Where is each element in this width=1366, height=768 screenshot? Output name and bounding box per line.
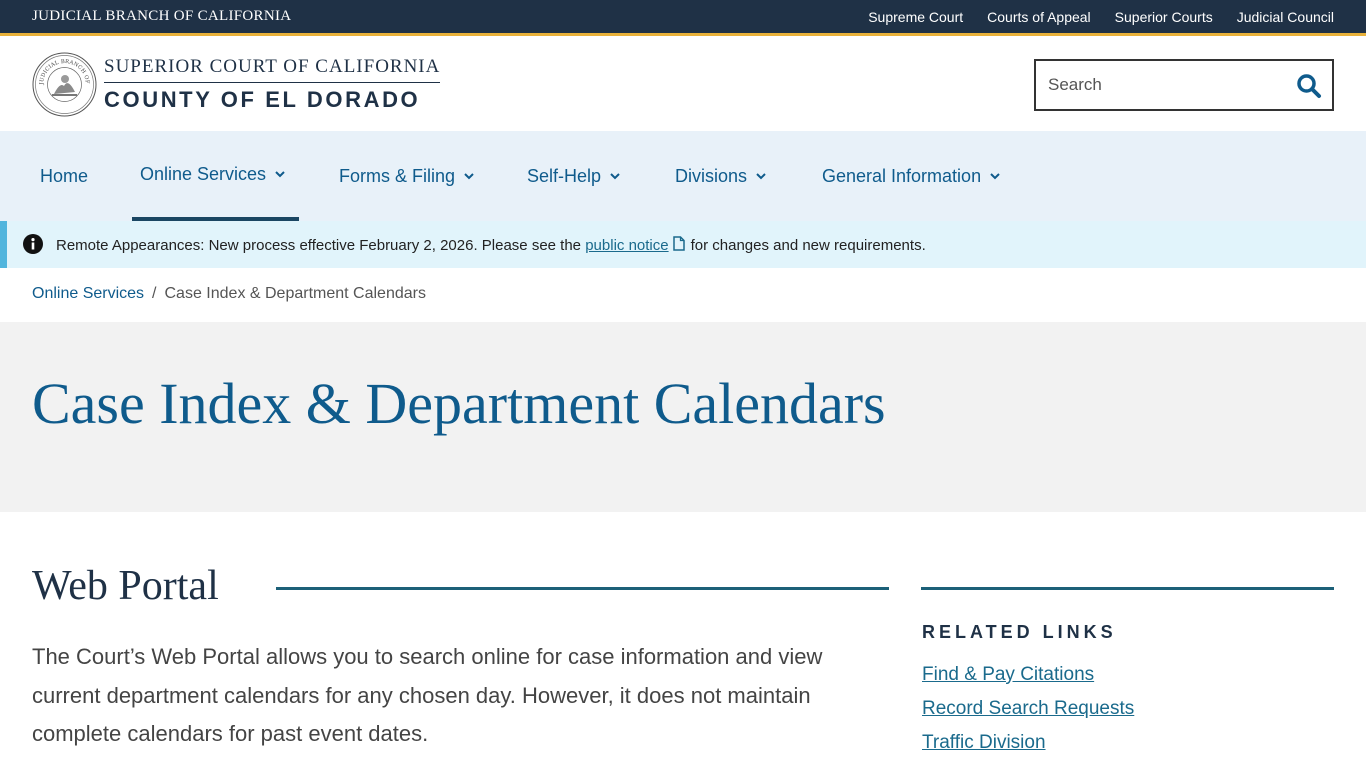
top-link-judicial-council[interactable]: Judicial Council [1237,9,1334,25]
document-icon [672,236,685,251]
related-link-record-search-requests[interactable]: Record Search Requests [922,698,1134,719]
nav-item-divisions[interactable]: Divisions [675,131,767,221]
top-link-courts-of-appeal[interactable]: Courts of Appeal [987,9,1091,25]
top-links: Supreme Court Courts of Appeal Superior … [868,9,1334,25]
chevron-down-icon [610,173,620,180]
top-utility-bar: JUDICIAL BRANCH OF CALIFORNIA Supreme Co… [0,0,1366,36]
nav-item-online-services[interactable]: Online Services [132,131,299,221]
alert-text-before: Remote Appearances: New process effectiv… [56,237,586,254]
chevron-down-icon [756,173,766,180]
breadcrumb-separator: / [152,285,157,302]
nav-item-general-information[interactable]: General Information [822,131,1001,221]
public-notice-link[interactable]: public notice [585,237,668,254]
alert-banner: Remote Appearances: New process effectiv… [0,221,1366,268]
chevron-down-icon [464,173,474,180]
web-portal-description: The Court’s Web Portal allows you to sea… [32,644,823,746]
page-hero: Case Index & Department Calendars [0,322,1366,512]
search-box [1034,59,1334,111]
related-link-find-pay-citations[interactable]: Find & Pay Citations [922,664,1094,685]
list-item: Traffic Division [922,732,1134,766]
chevron-down-icon [275,171,285,178]
alert-message: Remote Appearances: New process effectiv… [56,236,926,254]
nav-item-forms-filing[interactable]: Forms & Filing [339,131,475,221]
breadcrumb-current: Case Index & Department Calendars [164,285,426,302]
chevron-down-icon [990,173,1000,180]
nav-item-home[interactable]: Home [40,131,88,221]
court-name-lockup[interactable]: SUPERIOR COURT OF CALIFORNIA COUNTY OF E… [104,56,441,113]
search-icon[interactable] [1296,73,1322,99]
related-link-traffic-division[interactable]: Traffic Division [922,732,1046,753]
nav-item-label: Self-Help [527,165,602,186]
alert-text-after: for changes and new requirements. [690,237,926,254]
list-item: Record Search Requests [922,698,1134,732]
related-links-heading: RELATED LINKS [922,622,1117,642]
nav-item-label: Forms & Filing [339,165,456,186]
nav-item-label: Home [40,165,89,186]
site-header: JUDICIAL BRANCH OF CALIFORNIA SUPERIOR C… [0,39,1366,131]
breadcrumb-online-services[interactable]: Online Services [32,285,144,302]
nav-item-label: General Information [822,165,982,186]
top-link-supreme-court[interactable]: Supreme Court [868,9,963,25]
judicial-branch-brand: JUDICIAL BRANCH OF CALIFORNIA [32,8,292,24]
court-name-line2: COUNTY OF EL DORADO [104,87,421,112]
section-title-web-portal: Web Portal [32,563,219,609]
info-icon [23,234,43,254]
nav-item-self-help[interactable]: Self-Help [527,131,621,221]
sidebar-divider [921,587,1334,590]
top-link-superior-courts[interactable]: Superior Courts [1115,9,1213,25]
nav-item-label: Online Services [140,163,267,184]
court-name-line1: SUPERIOR COURT OF CALIFORNIA [104,56,441,83]
list-item: Find & Pay Citations [922,664,1134,698]
page-title: Case Index & Department Calendars [32,371,886,436]
related-links-list: Find & Pay Citations Record Search Reque… [922,664,1134,766]
main-navigation: Home Online Services Forms & Filing Self… [0,131,1366,221]
nav-item-label: Divisions [675,165,748,186]
section-divider [276,587,889,590]
breadcrumb: Online Services / Case Index & Department … [32,285,426,303]
search-input[interactable] [1048,73,1288,97]
court-seal-logo[interactable]: JUDICIAL BRANCH OF CALIFORNIA [32,52,97,117]
